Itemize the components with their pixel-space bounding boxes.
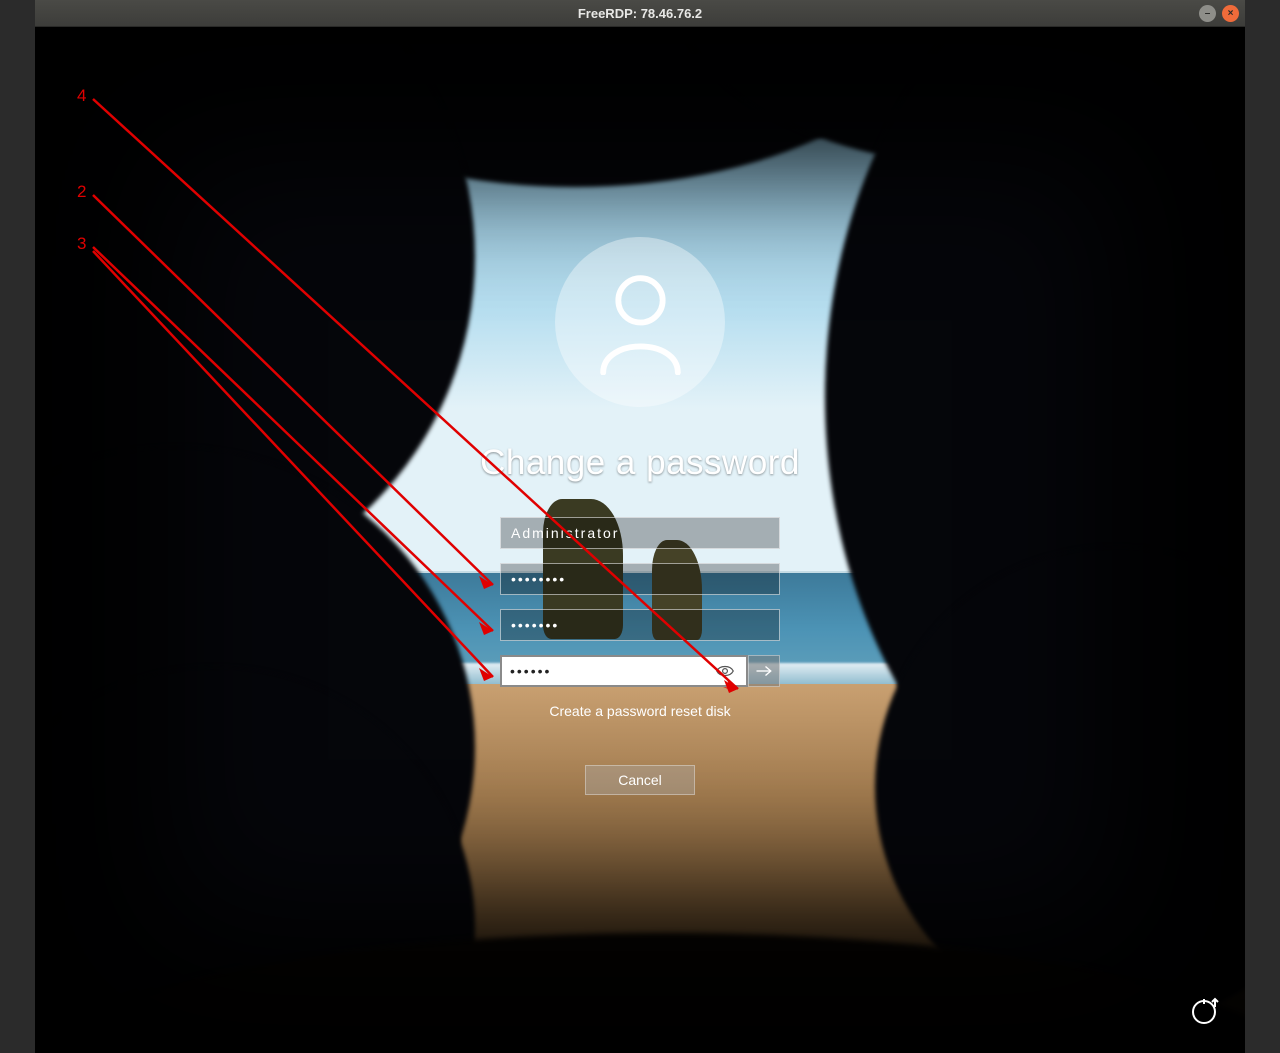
confirm-password-input[interactable] bbox=[510, 663, 712, 679]
username-input[interactable] bbox=[511, 525, 769, 541]
window-controls: – × bbox=[1199, 5, 1239, 22]
page-heading: Change a password bbox=[480, 443, 800, 483]
cancel-button[interactable]: Cancel bbox=[585, 765, 695, 795]
ease-of-access-button[interactable] bbox=[1185, 993, 1223, 1031]
window-title: FreeRDP: 78.46.76.2 bbox=[578, 6, 702, 21]
user-icon bbox=[593, 270, 688, 375]
confirm-password-field[interactable] bbox=[500, 655, 748, 687]
create-reset-disk-link[interactable]: Create a password reset disk bbox=[549, 703, 730, 719]
ease-of-access-icon bbox=[1188, 996, 1220, 1028]
username-field[interactable] bbox=[500, 517, 780, 549]
old-password-field[interactable] bbox=[500, 563, 780, 595]
reveal-password-icon[interactable] bbox=[712, 664, 738, 678]
freerdp-window: FreeRDP: 78.46.76.2 – × bbox=[35, 0, 1245, 1053]
confirm-password-row bbox=[500, 655, 780, 687]
password-fields bbox=[500, 517, 780, 687]
minimize-button[interactable]: – bbox=[1199, 5, 1216, 22]
window-titlebar: FreeRDP: 78.46.76.2 – × bbox=[35, 0, 1245, 27]
new-password-field[interactable] bbox=[500, 609, 780, 641]
old-password-input[interactable] bbox=[511, 571, 769, 587]
user-avatar bbox=[555, 237, 725, 407]
submit-button[interactable] bbox=[748, 655, 780, 687]
close-button[interactable]: × bbox=[1222, 5, 1239, 22]
arrow-right-icon bbox=[755, 664, 773, 678]
new-password-input[interactable] bbox=[511, 617, 769, 633]
remote-desktop-content: Change a password bbox=[35, 27, 1245, 1053]
change-password-panel: Change a password bbox=[430, 237, 850, 795]
